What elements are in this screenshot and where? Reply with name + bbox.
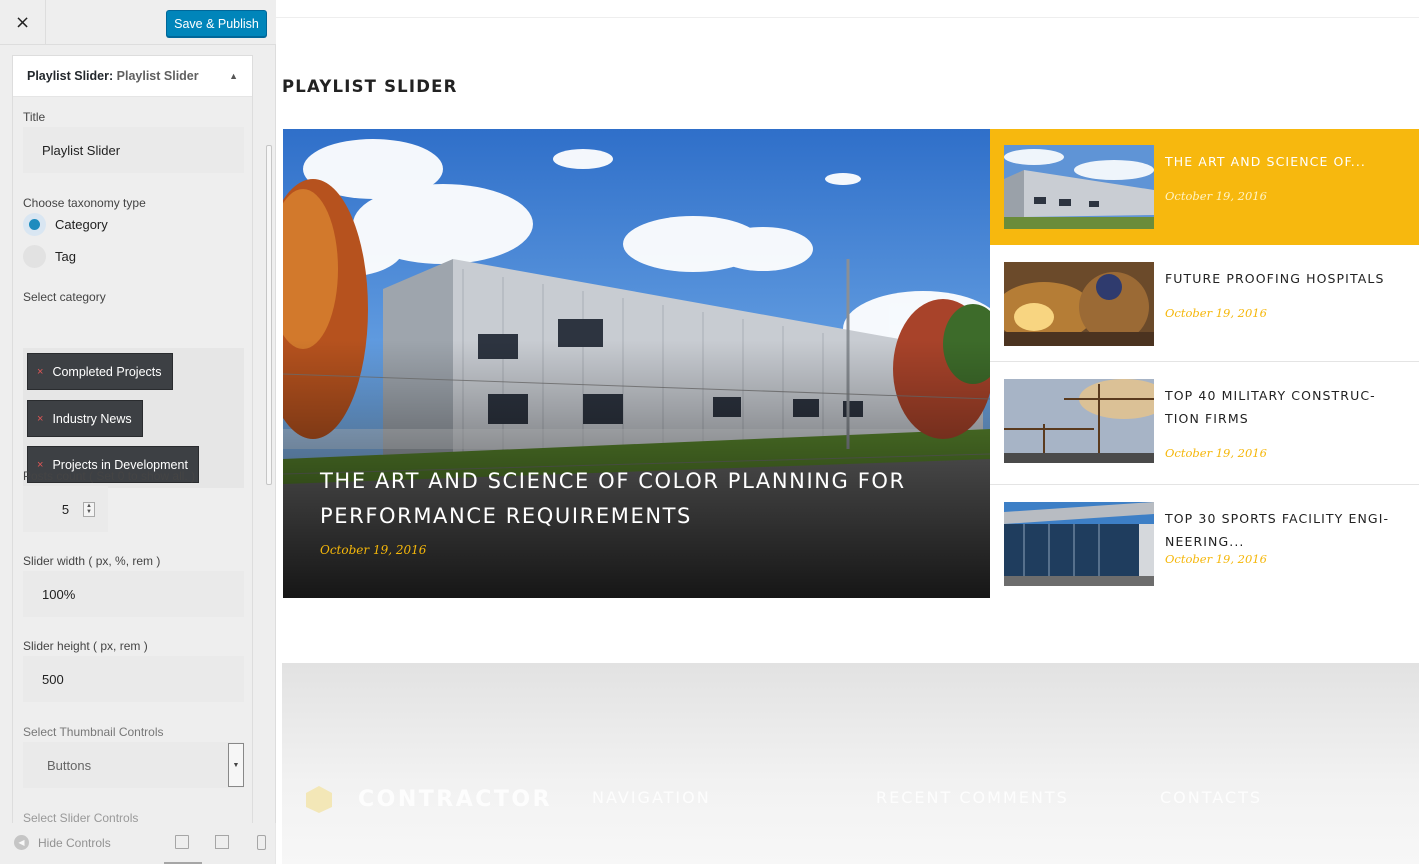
playlist-item-title[interactable]: FUTURE PROOFING HOSPITALS [1165,267,1407,290]
site-footer: CONTRACTOR NAVIGATION RECENT COMMENTS CO… [282,663,1419,864]
desktop-preview-icon[interactable] [164,835,202,864]
category-label: Select category [23,290,106,304]
chevron-down-icon[interactable]: ▼ [228,743,244,787]
radio-tag-label: Tag [55,249,76,264]
playlist-item-date: October 19, 2016 [1165,189,1267,203]
playlist-item[interactable]: TOP 40 MILITARY CONSTRUC-TION FIRMS Octo… [990,363,1419,485]
posts-count-input[interactable]: 5 ▲ ▼ [23,486,108,532]
footer-brand[interactable]: CONTRACTOR [358,787,552,812]
customizer-sidebar: × Save & Publish Playlist Slider: Playli… [0,0,276,864]
playlist-thumbnail [1004,379,1154,463]
chip-label: Completed Projects [52,364,162,379]
welder-thumb-image [1004,262,1154,346]
radio-category[interactable]: Category [23,213,108,236]
save-publish-button[interactable]: Save & Publish [166,10,267,37]
playlist-item-date: October 19, 2016 [1165,446,1267,460]
sports-facility-thumb-image [1004,502,1154,586]
collapse-left-icon: ◀ [14,835,29,850]
playlist-thumbnail [1004,502,1154,586]
slider-width-label: Slider width ( px, %, rem ) [23,554,161,568]
remove-chip-icon[interactable]: × [37,366,43,378]
warehouse-thumb-image [1004,145,1154,229]
slider-controls-label: Select Slider Controls [23,811,139,823]
playlist: THE ART AND SCIENCE OF... October 19, 20… [990,129,1419,598]
posts-count-value: 5 [61,501,70,517]
category-chip[interactable]: × Completed Projects [27,353,173,390]
widget-form: Title Choose taxonomy type Category Tag … [13,97,252,823]
slider-width-input[interactable] [23,571,244,617]
title-label: Title [23,110,46,124]
widget-instance-title: Playlist Slider [116,69,199,83]
widget-type: Playlist Slider: [27,69,114,83]
contractor-logo-icon [306,786,332,813]
thumb-controls-value: Buttons [47,757,92,773]
slider-height-label: Slider height ( px, rem ) [23,639,148,653]
tablet-preview-icon[interactable] [215,835,229,849]
title-input[interactable] [23,127,244,173]
remove-chip-icon[interactable]: × [37,413,43,425]
thumb-controls-label: Select Thumbnail Controls [23,725,164,739]
playlist-item-date: October 19, 2016 [1165,306,1267,320]
footer-heading-contacts: CONTACTS [1160,788,1263,807]
radio-unchecked-icon [23,245,46,268]
hide-controls-button[interactable]: ◀ Hide Controls [14,835,111,850]
customizer-footer: ◀ Hide Controls [0,823,276,864]
main-slide[interactable]: THE ART AND SCIENCE OF COLOR PLANNING FO… [283,129,990,598]
widget-panel: Playlist Slider: Playlist Slider ▲ Title… [12,55,253,823]
crane-thumb-image [1004,379,1154,463]
main-slide-date: October 19, 2016 [320,543,427,557]
sidebar-scrollbar[interactable] [266,145,272,485]
posts-count-label: Posts count ( Set 0 to show all. ) [23,469,196,483]
playlist-item-title[interactable]: TOP 40 MILITARY CONSTRUC-TION FIRMS [1165,384,1407,430]
header-divider [276,17,1419,18]
playlist-item-title[interactable]: TOP 30 SPORTS FACILITY ENGI-NEERING... [1165,507,1407,553]
radio-tag[interactable]: Tag [23,245,76,268]
radio-category-label: Category [55,217,108,232]
category-multiselect[interactable]: × Completed Projects × Industry News × P… [23,348,244,488]
chip-label: Industry News [52,411,132,426]
mobile-preview-icon[interactable] [257,835,266,850]
playlist-item[interactable]: FUTURE PROOFING HOSPITALS October 19, 20… [990,246,1419,362]
collapse-arrow-icon[interactable]: ▲ [229,71,238,81]
widget-header[interactable]: Playlist Slider: Playlist Slider ▲ [13,56,252,97]
site-preview: PLAYLIST SLIDER THE ART AND SCIENCE OF C… [276,0,1419,864]
playlist-item-title[interactable]: THE ART AND SCIENCE OF... [1165,150,1407,173]
footer-heading-navigation: NAVIGATION [592,788,711,807]
thumb-controls-select[interactable]: Buttons ▼ [23,742,244,788]
taxonomy-label: Choose taxonomy type [23,196,146,210]
close-customizer-button[interactable]: × [0,0,46,45]
widget-title: Playlist Slider: Playlist Slider [27,69,199,83]
playlist-item-date: October 19, 2016 [1165,552,1267,566]
footer-heading-comments: RECENT COMMENTS [876,788,1069,807]
playlist-item[interactable]: THE ART AND SCIENCE OF... October 19, 20… [990,129,1419,245]
playlist-thumbnail [1004,262,1154,346]
hide-controls-label: Hide Controls [38,835,111,850]
spinner-arrows-icon[interactable]: ▲ ▼ [83,502,95,517]
playlist-item[interactable]: TOP 30 SPORTS FACILITY ENGI-NEERING... O… [990,486,1419,598]
radio-checked-icon [23,213,46,236]
slider-height-input[interactable] [23,656,244,702]
main-slide-title[interactable]: THE ART AND SCIENCE OF COLOR PLANNING FO… [320,464,940,534]
close-icon: × [14,12,31,33]
section-title: PLAYLIST SLIDER [282,77,458,96]
category-chip[interactable]: × Industry News [27,400,143,437]
customizer-header: × Save & Publish [0,0,276,45]
playlist-thumbnail [1004,145,1154,229]
